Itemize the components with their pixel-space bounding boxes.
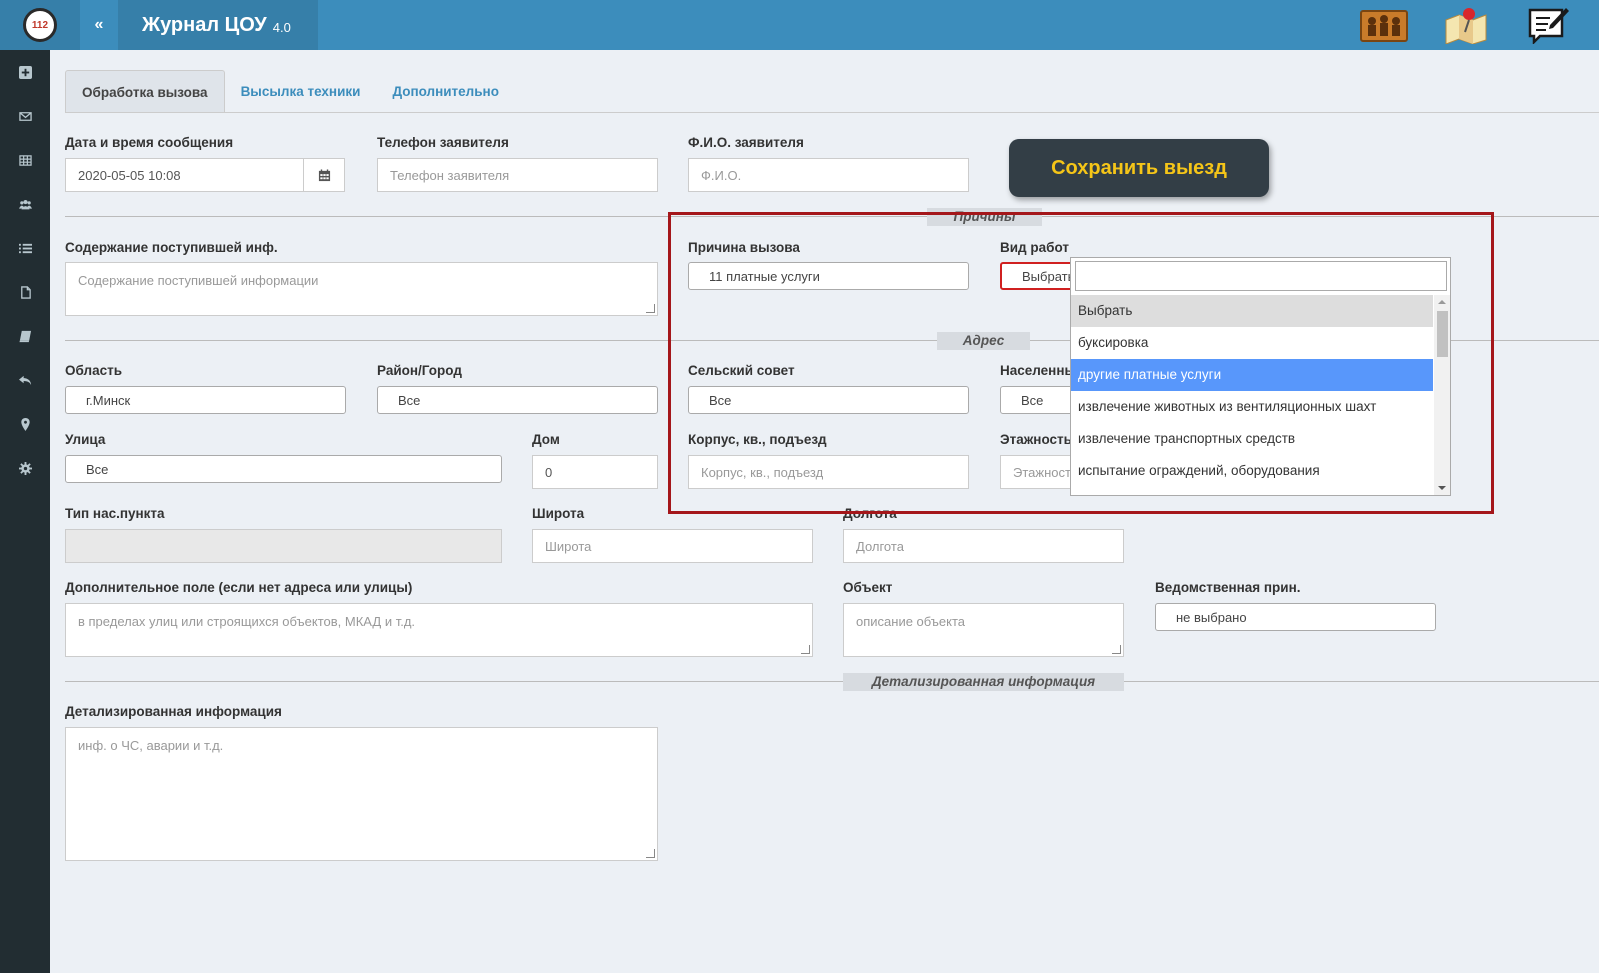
dropdown-option[interactable]: испытание ограждений, оборудования — [1071, 455, 1433, 487]
logo[interactable]: 112 — [0, 0, 80, 50]
district-label: Район/Город — [377, 363, 462, 378]
dropdown-option[interactable]: извлечение животных из вентиляционных ша… — [1071, 391, 1433, 423]
app-title: Журнал ЦОУ 4.0 — [118, 0, 318, 50]
longitude-input[interactable]: Долгота — [843, 529, 1124, 563]
tab-dispatch-equipment[interactable]: Высылка техники — [225, 70, 377, 113]
dropdown-option[interactable]: Выбрать — [1071, 295, 1433, 327]
headset-logo-icon: 112 — [23, 8, 57, 42]
sidebar-item-replies[interactable] — [0, 358, 50, 402]
team-icon[interactable] — [1360, 6, 1408, 44]
worktype-dropdown: Выбрать буксировка другие платные услуги… — [1070, 257, 1451, 496]
tab-additional[interactable]: Дополнительно — [376, 70, 515, 113]
book-icon — [18, 330, 31, 342]
settlement-type-input — [65, 529, 502, 563]
object-label: Объект — [843, 580, 893, 595]
dropdown-option[interactable]: извлечение транспортных средств — [1071, 423, 1433, 455]
dropdown-options: Выбрать буксировка другие платные услуги… — [1071, 295, 1433, 487]
calendar-button[interactable] — [303, 158, 345, 192]
dropdown-search-input[interactable] — [1075, 261, 1447, 291]
team-icon-graphic — [1360, 10, 1408, 42]
sidebar — [0, 50, 50, 973]
dropdown-option-highlighted[interactable]: другие платные услуги — [1071, 359, 1433, 391]
district-select[interactable]: Все — [377, 386, 658, 414]
sidebar-item-list[interactable] — [0, 226, 50, 270]
gear-icon — [18, 461, 32, 475]
phone-label: Телефон заявителя — [377, 135, 509, 150]
content-textarea[interactable]: Содержание поступившей информации — [65, 262, 658, 316]
sidebar-item-add[interactable] — [0, 50, 50, 94]
sidebar-item-users[interactable] — [0, 182, 50, 226]
latitude-input[interactable]: Широта — [532, 529, 813, 563]
datetime-label: Дата и время сообщения — [65, 135, 234, 150]
house-input[interactable]: 0 — [532, 455, 658, 489]
app-version: 4.0 — [272, 20, 291, 35]
tab-bar: Обработка вызова Высылка техники Дополни… — [65, 70, 515, 113]
scrollbar-thumb[interactable] — [1437, 311, 1448, 357]
settlement-type-label: Тип нас.пункта — [65, 506, 165, 521]
calendar-icon — [318, 168, 330, 181]
latitude-label: Широта — [532, 506, 585, 521]
tabs-divider — [65, 112, 1599, 113]
street-select[interactable]: Все — [65, 455, 502, 483]
logo-text: 112 — [31, 19, 49, 31]
extra-field-label: Дополнительное поле (если нет адреса или… — [65, 580, 413, 595]
fio-label: Ф.И.О. заявителя — [688, 135, 804, 150]
top-navbar: 112 « Журнал ЦОУ 4.0 — [0, 0, 1599, 50]
sidebar-item-messages[interactable] — [0, 94, 50, 138]
plus-square-icon — [18, 65, 32, 79]
dropdown-scrollbar[interactable] — [1434, 295, 1450, 495]
section-divider-details — [65, 681, 1599, 682]
datetime-input[interactable]: 2020-05-05 10:08 — [65, 158, 304, 192]
map-pin-icon-graphic — [1445, 8, 1487, 44]
sidebar-item-documents[interactable] — [0, 270, 50, 314]
phone-input[interactable]: Телефон заявителя — [377, 158, 658, 192]
sidebar-item-journal[interactable] — [0, 314, 50, 358]
sidebar-item-map[interactable] — [0, 402, 50, 446]
section-title-details: Детализированная информация — [843, 673, 1124, 691]
object-textarea[interactable]: описание объекта — [843, 603, 1124, 657]
region-label: Область — [65, 363, 123, 378]
dropdown-option[interactable]: буксировка — [1071, 327, 1433, 359]
app-title-text: Журнал ЦОУ — [142, 13, 267, 36]
details-label: Детализированная информация — [65, 704, 282, 719]
save-trip-button[interactable]: Сохранить выезд — [1009, 139, 1269, 197]
house-label: Дом — [532, 432, 560, 447]
department-label: Ведомственная прин. — [1155, 580, 1301, 595]
list-icon — [18, 243, 32, 253]
extra-field-textarea[interactable]: в пределах улиц или строящихся объектов,… — [65, 603, 813, 657]
reply-all-icon — [18, 375, 31, 385]
region-select[interactable]: г.Минск — [65, 386, 346, 414]
sidebar-item-settings[interactable] — [0, 446, 50, 490]
file-icon — [20, 285, 31, 299]
scroll-up-icon[interactable] — [1438, 300, 1446, 304]
envelope-icon — [18, 111, 32, 121]
fio-input[interactable]: Ф.И.О. — [688, 158, 969, 192]
users-icon — [18, 199, 32, 209]
edit-notes-icon-graphic — [1528, 8, 1569, 44]
tab-call-processing[interactable]: Обработка вызова — [65, 70, 225, 113]
sidebar-toggle-button[interactable]: « — [80, 0, 118, 50]
scroll-down-icon[interactable] — [1438, 486, 1446, 490]
content-label: Содержание поступившей инф. — [65, 240, 278, 255]
edit-notes-icon[interactable] — [1524, 6, 1572, 44]
table-icon — [18, 154, 32, 166]
details-textarea[interactable]: инф. о ЧС, аварии и т.д. — [65, 727, 658, 861]
sidebar-item-table[interactable] — [0, 138, 50, 182]
street-label: Улица — [65, 432, 106, 447]
map-pin-icon[interactable] — [1442, 6, 1490, 44]
map-marker-icon — [20, 417, 30, 431]
department-select[interactable]: не выбрано — [1155, 603, 1436, 631]
